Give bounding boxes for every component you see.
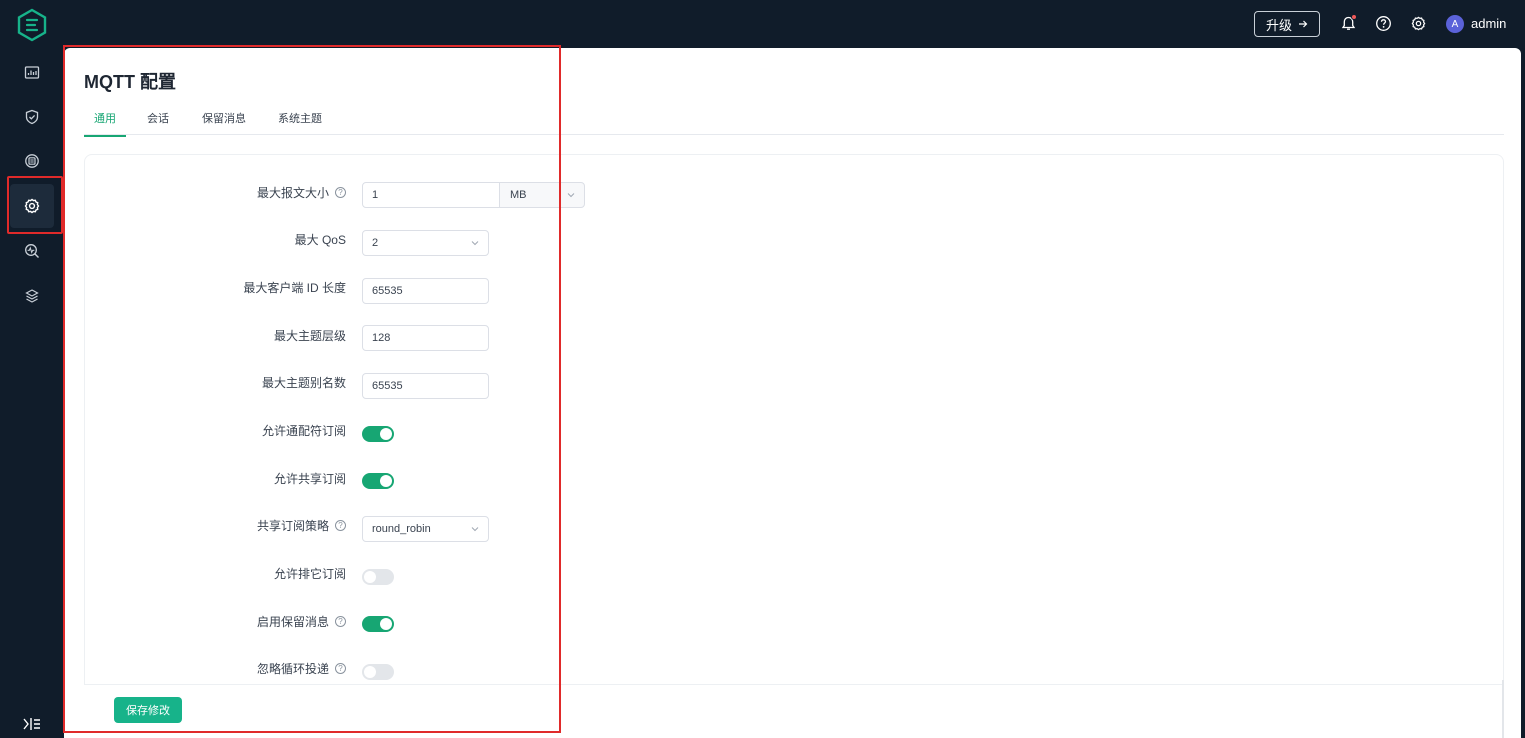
max-packet-size-label: 最大报文大小 ? (257, 184, 346, 201)
form-row-wildcard-subscription: 允许通配符订阅 (64, 422, 346, 444)
upgrade-label: 升级 (1265, 17, 1292, 33)
exclusive-subscription-toggle[interactable] (362, 569, 394, 585)
toggle-knob (380, 428, 392, 440)
sidebar (0, 0, 64, 738)
max-topic-levels-value: 128 (372, 332, 391, 344)
packet-size-unit-select[interactable]: MB (499, 182, 585, 208)
avatar[interactable]: A (1446, 15, 1464, 33)
toggle-knob (380, 475, 392, 487)
max-topic-alias-value: 65535 (372, 380, 403, 392)
exclusive-subscription-label: 允许排它订阅 (273, 567, 346, 581)
ignore-loop-deliver-label: 忽略循环投递 ? (257, 660, 346, 677)
user-name[interactable]: admin (1471, 16, 1506, 31)
tab-general[interactable]: 通用 (84, 110, 126, 137)
scrollbar[interactable] (1502, 680, 1504, 738)
ignore-loop-deliver-text: 忽略循环投递 (256, 662, 329, 676)
ignore-loop-deliver-toggle[interactable] (362, 664, 394, 680)
max-topic-alias-label: 最大主题别名数 (261, 376, 346, 390)
form-footer: 保存修改 (84, 684, 1504, 738)
max-clientid-len-value: 65535 (372, 285, 403, 297)
settings-nav-item[interactable] (10, 184, 54, 228)
page-title: MQTT 配置 (84, 72, 176, 92)
form-row-max-topic-levels: 最大主题层级 (64, 327, 346, 349)
notification-button[interactable] (1338, 13, 1358, 33)
gear-icon (1411, 16, 1425, 30)
toggle-knob (364, 666, 376, 678)
help-icon[interactable]: ? (335, 663, 346, 674)
form-row-max-topic-alias: 最大主题别名数 (64, 374, 346, 396)
help-button[interactable] (1373, 13, 1393, 33)
chevron-down-icon (471, 527, 479, 532)
packet-size-unit-value: MB (510, 189, 527, 201)
settings-icon (24, 198, 40, 214)
dashboard-icon[interactable] (20, 61, 44, 85)
notification-dot (1351, 14, 1357, 20)
max-qos-value: 2 (372, 237, 379, 249)
help-circle-icon (1375, 15, 1391, 31)
tab-system-topics[interactable]: 系统主题 (278, 110, 322, 135)
main-panel: MQTT 配置 通用 会话 保留消息 系统主题 最大报文大小 ? 1 MB 最大… (64, 48, 1521, 738)
shared-subscription-toggle[interactable] (362, 473, 394, 489)
extensions-icon[interactable] (20, 284, 44, 308)
arrow-right-icon (1299, 20, 1308, 28)
max-packet-size-text: 最大报文大小 (256, 186, 329, 200)
upgrade-button[interactable]: 升级 (1254, 11, 1320, 37)
wildcard-subscription-toggle[interactable] (362, 426, 394, 442)
form-row-ignore-loop-deliver: 忽略循环投递 ? (64, 660, 346, 682)
toggle-knob (380, 618, 392, 630)
toggle-knob (364, 571, 376, 583)
emqx-logo-icon[interactable] (16, 8, 48, 42)
max-packet-size-value: 1 (372, 189, 379, 201)
retain-available-label: 启用保留消息 ? (257, 613, 346, 630)
shared-sub-strategy-label: 共享订阅策略 ? (257, 517, 346, 534)
form-row-shared-subscription: 允许共享订阅 (64, 470, 346, 492)
form-row-retain-available: 启用保留消息 ? (64, 613, 346, 635)
collapse-sidebar-icon[interactable] (22, 716, 42, 732)
max-topic-alias-input[interactable]: 65535 (362, 373, 489, 399)
chevron-down-icon (471, 241, 479, 246)
retain-available-toggle[interactable] (362, 616, 394, 632)
data-integration-icon[interactable] (20, 149, 44, 173)
form-row-max-clientid-len: 最大客户端 ID 长度 (64, 279, 346, 301)
form-row-exclusive-subscription: 允许排它订阅 (64, 565, 346, 587)
help-icon[interactable]: ? (335, 616, 346, 627)
max-topic-levels-label: 最大主题层级 (273, 329, 346, 343)
shared-subscription-label: 允许共享订阅 (273, 472, 346, 486)
top-header: 升级 A admin (64, 0, 1525, 48)
shared-sub-strategy-select[interactable]: round_robin (362, 516, 489, 542)
shared-sub-strategy-value: round_robin (372, 523, 431, 535)
chevron-down-icon (567, 193, 575, 198)
max-qos-label: 最大 QoS (294, 233, 346, 247)
max-packet-size-input[interactable]: 1 (362, 182, 500, 208)
max-clientid-len-input[interactable]: 65535 (362, 278, 489, 304)
wildcard-subscription-label: 允许通配符订阅 (261, 424, 346, 438)
retain-available-text: 启用保留消息 (256, 615, 329, 629)
max-clientid-len-label: 最大客户端 ID 长度 (243, 281, 346, 295)
help-icon[interactable]: ? (335, 187, 346, 198)
settings-button[interactable] (1408, 13, 1428, 33)
tab-bar: 通用 会话 保留消息 系统主题 (84, 105, 1504, 137)
max-topic-levels-input[interactable]: 128 (362, 325, 489, 351)
form-row-shared-sub-strategy: 共享订阅策略 ? (64, 517, 346, 539)
tab-retainer[interactable]: 保留消息 (202, 110, 246, 135)
form-row-max-qos: 最大 QoS (64, 231, 346, 253)
diagnose-icon[interactable] (20, 239, 44, 263)
shield-icon[interactable] (20, 105, 44, 129)
tab-session[interactable]: 会话 (147, 110, 169, 135)
save-button[interactable]: 保存修改 (114, 697, 182, 723)
max-qos-select[interactable]: 2 (362, 230, 489, 256)
help-icon[interactable]: ? (335, 520, 346, 531)
form-row-max-packet-size: 最大报文大小 ? (64, 184, 346, 206)
shared-sub-strategy-text: 共享订阅策略 (256, 519, 329, 533)
